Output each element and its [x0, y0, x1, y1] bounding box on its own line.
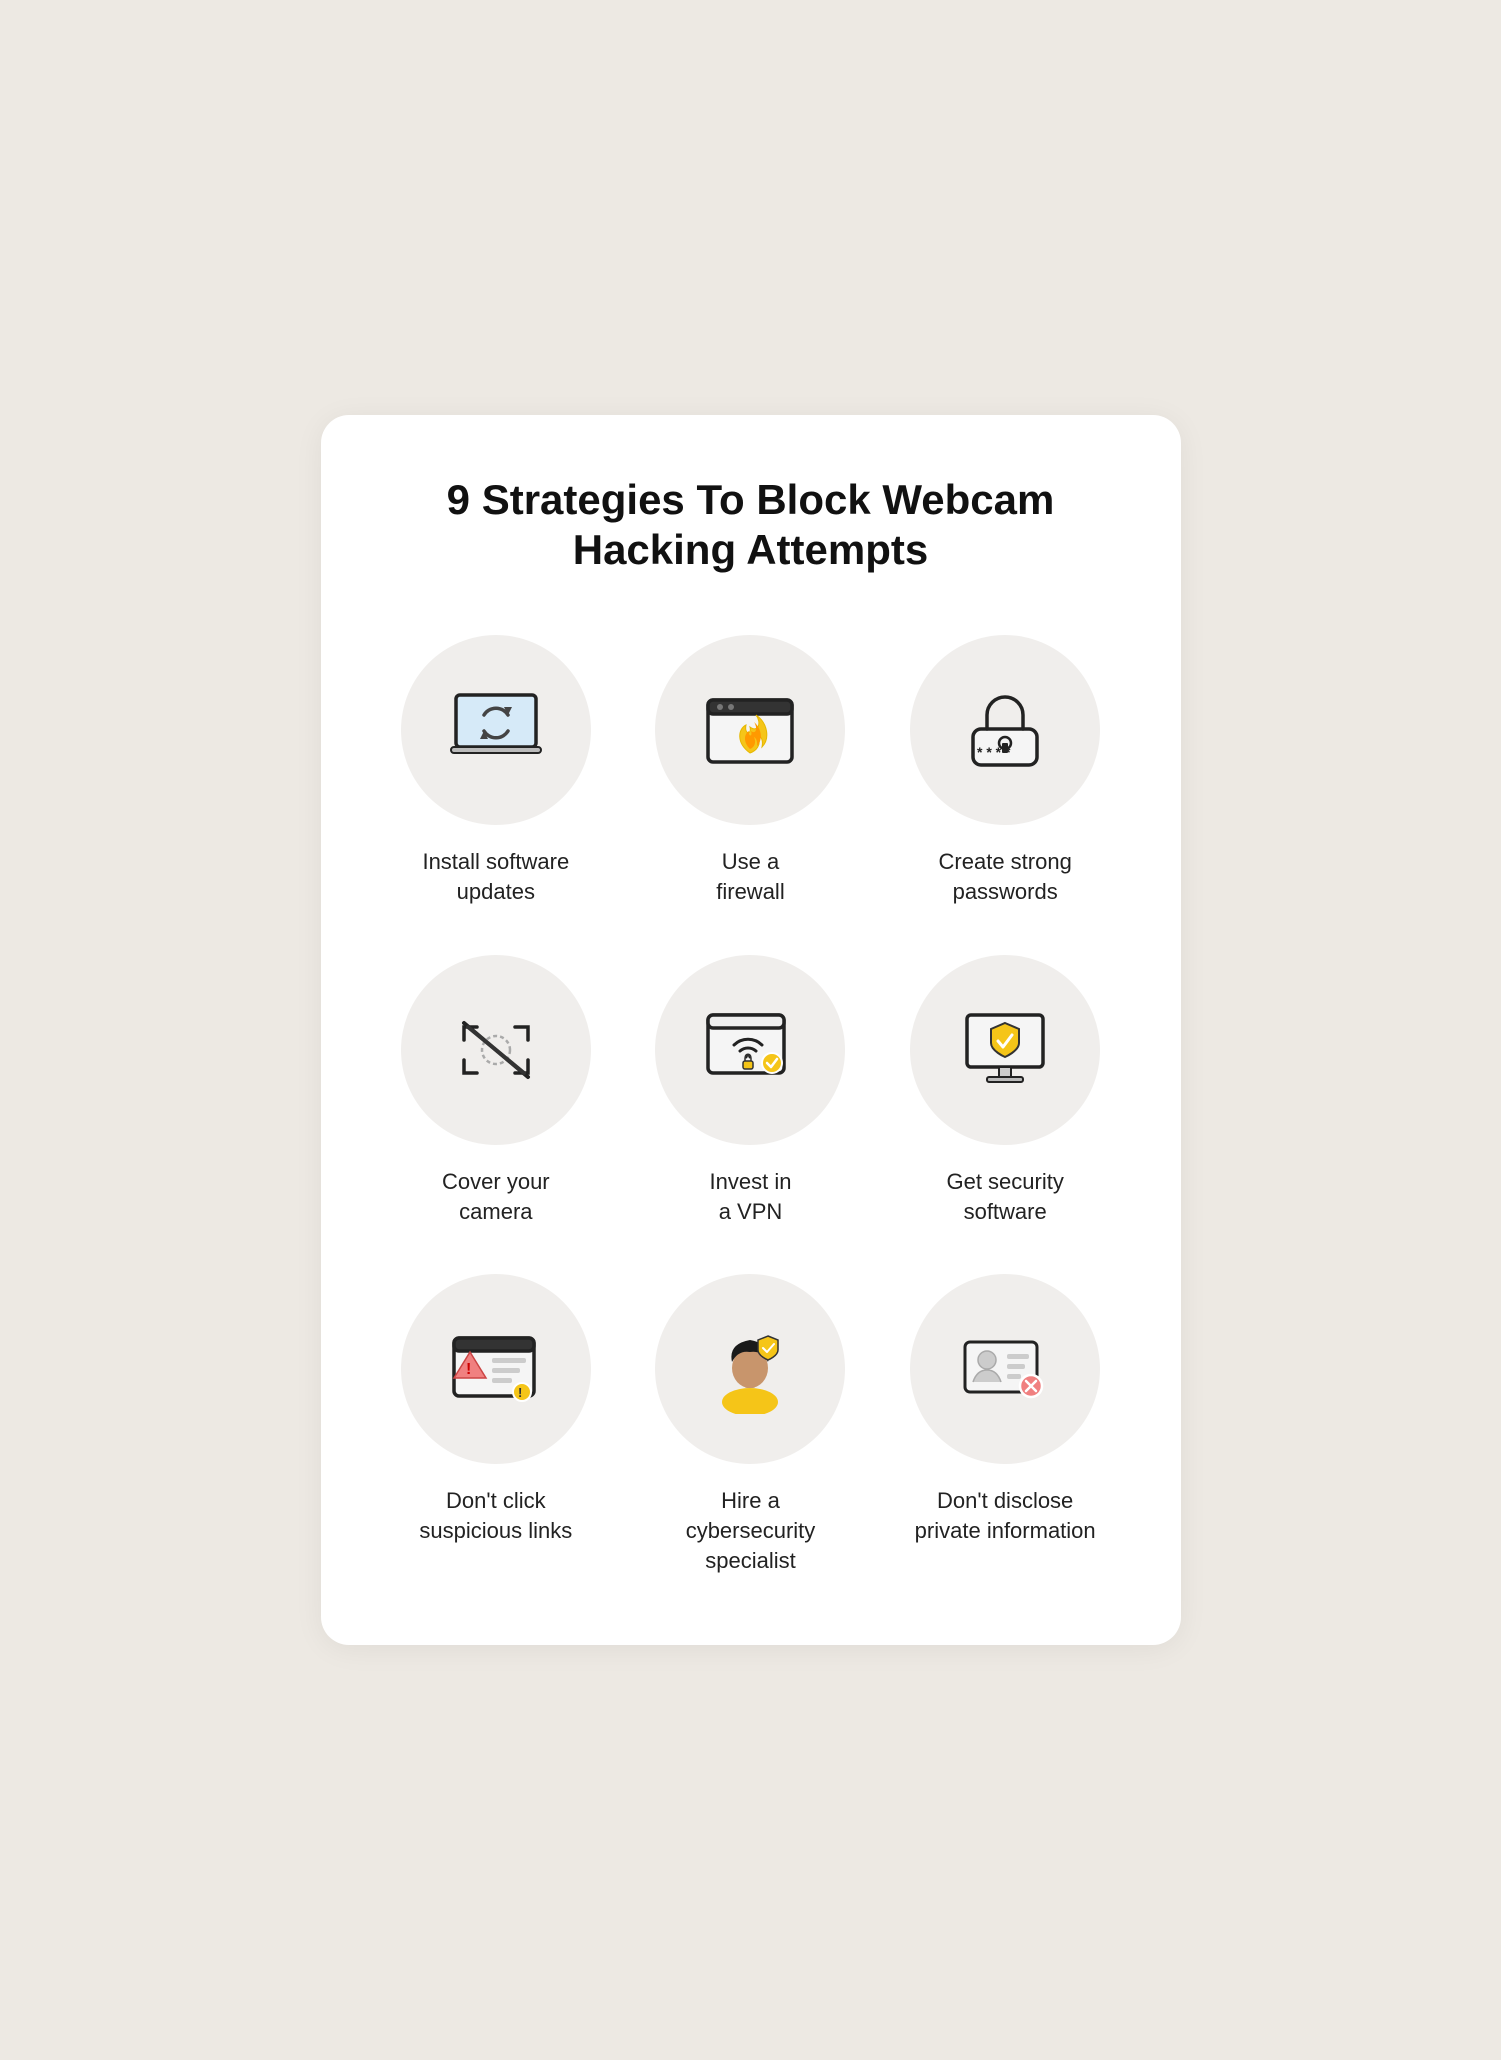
- security-software-label: Get securitysoftware: [946, 1167, 1063, 1226]
- cover-camera-label: Cover yourcamera: [442, 1167, 550, 1226]
- vpn-icon: [700, 1005, 800, 1095]
- cover-camera-icon-circle: [401, 955, 591, 1145]
- strong-passwords-label: Create strongpasswords: [939, 847, 1072, 906]
- laptop-update-icon: [446, 685, 546, 775]
- private-info-label: Don't discloseprivate information: [915, 1486, 1096, 1545]
- page-title: 9 Strategies To Block Webcam Hacking Att…: [381, 475, 1121, 576]
- strong-passwords-icon-circle: * * * *: [910, 635, 1100, 825]
- security-software-icon: [955, 1005, 1055, 1095]
- svg-text:!: !: [518, 1385, 522, 1400]
- strategy-strong-passwords: * * * * Create strongpasswords: [890, 635, 1121, 906]
- security-software-icon-circle: [910, 955, 1100, 1145]
- strategy-invest-vpn: Invest ina VPN: [635, 955, 866, 1226]
- strategy-install-updates: Install softwareupdates: [381, 635, 612, 906]
- strategy-security-software: Get securitysoftware: [890, 955, 1121, 1226]
- camera-cover-icon: [446, 1005, 546, 1095]
- use-firewall-icon-circle: [655, 635, 845, 825]
- suspicious-links-icon-circle: ! !: [401, 1274, 591, 1464]
- password-icon: * * * *: [955, 685, 1055, 775]
- invest-vpn-icon-circle: [655, 955, 845, 1145]
- svg-text:* * * *: * * * *: [977, 744, 1011, 760]
- cybersecurity-specialist-icon-circle: [655, 1274, 845, 1464]
- private-info-icon: [955, 1324, 1055, 1414]
- strategy-suspicious-links: ! ! Don't clicksuspicious links: [381, 1274, 612, 1575]
- strategy-use-firewall: Use afirewall: [635, 635, 866, 906]
- install-updates-label: Install softwareupdates: [422, 847, 569, 906]
- install-updates-icon-circle: [401, 635, 591, 825]
- suspicious-links-icon: ! !: [446, 1324, 546, 1414]
- use-firewall-label: Use afirewall: [716, 847, 784, 906]
- private-info-icon-circle: [910, 1274, 1100, 1464]
- firewall-icon: [700, 685, 800, 775]
- cybersecurity-specialist-label: Hire acybersecurityspecialist: [686, 1486, 816, 1575]
- svg-text:!: !: [466, 1361, 471, 1378]
- invest-vpn-label: Invest ina VPN: [710, 1167, 792, 1226]
- strategies-grid: Install softwareupdates U: [381, 635, 1121, 1575]
- cybersecurity-specialist-icon: [700, 1324, 800, 1414]
- strategy-cover-camera: Cover yourcamera: [381, 955, 612, 1226]
- strategy-private-information: Don't discloseprivate information: [890, 1274, 1121, 1575]
- strategy-cybersecurity-specialist: Hire acybersecurityspecialist: [635, 1274, 866, 1575]
- main-card: 9 Strategies To Block Webcam Hacking Att…: [321, 415, 1181, 1646]
- suspicious-links-label: Don't clicksuspicious links: [419, 1486, 572, 1545]
